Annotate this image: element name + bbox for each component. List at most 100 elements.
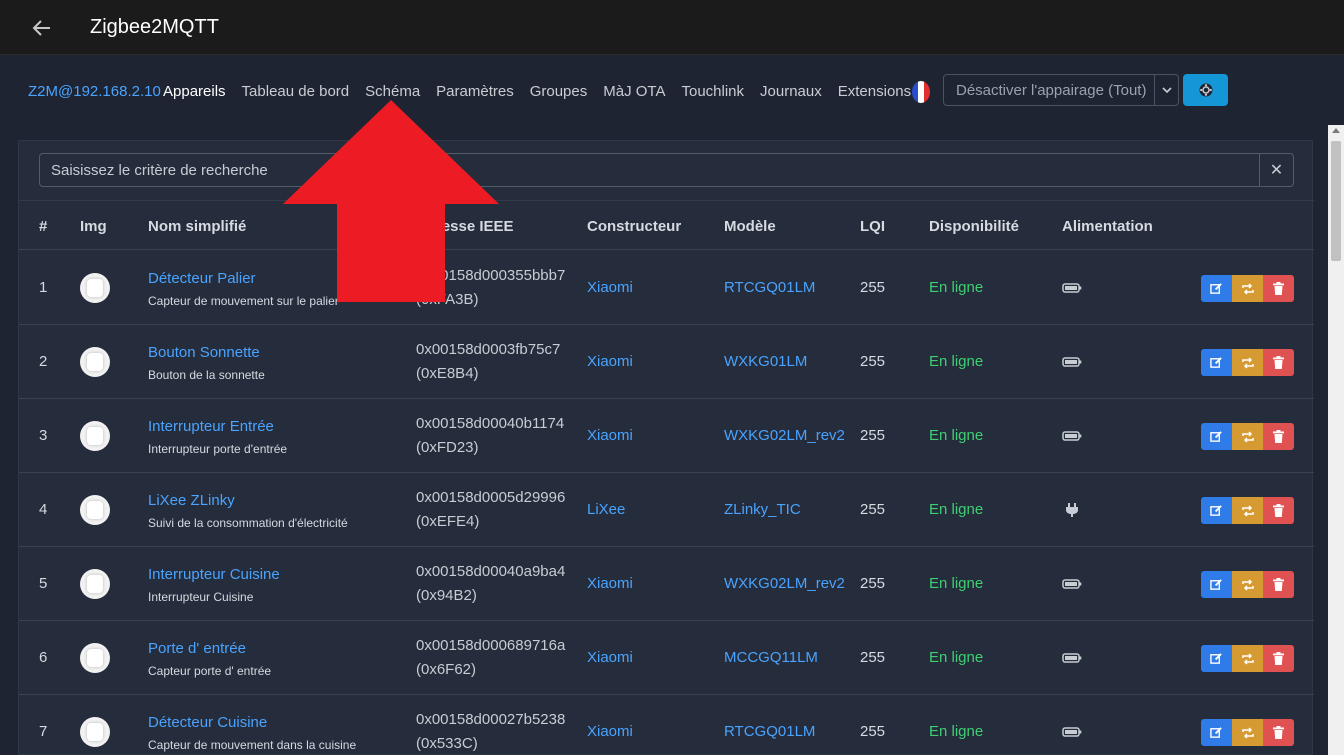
- nav-item-schema[interactable]: Schéma: [365, 83, 420, 100]
- trash-icon: [1273, 652, 1284, 665]
- device-model-link[interactable]: WXKG02LM_rev2: [724, 575, 845, 592]
- search-input[interactable]: Saisissez le critère de recherche: [51, 162, 268, 179]
- nav-item-journaux[interactable]: Journaux: [760, 83, 822, 100]
- permit-join-select[interactable]: Désactiver l'appairage (Tout): [943, 74, 1179, 106]
- device-availability: En ligne: [929, 353, 984, 370]
- edit-button[interactable]: [1201, 423, 1232, 450]
- device-ieee-address: 0x00158d00040b1174: [416, 415, 565, 432]
- row-actions: [1201, 571, 1294, 598]
- row-number: 2: [39, 353, 48, 370]
- rename-button[interactable]: [1232, 497, 1263, 524]
- edit-button[interactable]: [1201, 571, 1232, 598]
- device-vendor-link[interactable]: Xiaomi: [587, 649, 633, 666]
- delete-button[interactable]: [1263, 719, 1294, 746]
- device-vendor-link[interactable]: Xiaomi: [587, 353, 633, 370]
- scrollbar-thumb[interactable]: [1331, 141, 1341, 261]
- device-vendor-link[interactable]: Xiaomi: [587, 575, 633, 592]
- device-name-link[interactable]: Interrupteur Cuisine: [148, 566, 280, 583]
- brand-link[interactable]: Z2M@192.168.2.10: [28, 83, 161, 100]
- trash-icon: [1273, 430, 1284, 443]
- column-header-model[interactable]: Modèle: [724, 218, 776, 235]
- nav-item-touchlink[interactable]: Touchlink: [681, 83, 744, 100]
- device-description: Capteur de mouvement dans la cuisine: [148, 738, 357, 752]
- rename-button[interactable]: [1232, 423, 1263, 450]
- device-name-link[interactable]: Interrupteur Entrée: [148, 418, 274, 435]
- delete-button[interactable]: [1263, 349, 1294, 376]
- device-name-link[interactable]: Détecteur Cuisine: [148, 714, 267, 731]
- device-model-link[interactable]: ZLinky_TIC: [724, 501, 801, 518]
- refresh-icon: [1241, 652, 1254, 665]
- edit-button[interactable]: [1201, 645, 1232, 672]
- row-number: 1: [39, 279, 48, 296]
- table-row: 1 Détecteur Palier Capteur de mouvement su…: [19, 251, 1314, 325]
- column-header-vendor[interactable]: Constructeur: [587, 218, 681, 235]
- rename-button[interactable]: [1232, 349, 1263, 376]
- edit-icon: [1210, 727, 1222, 738]
- device-lqi: 255: [860, 427, 886, 444]
- close-icon[interactable]: ✕: [1259, 154, 1293, 186]
- device-vendor-link[interactable]: Xiaomi: [587, 427, 633, 444]
- rename-button[interactable]: [1232, 645, 1263, 672]
- device-model-link[interactable]: MCCGQ11LM: [724, 649, 818, 666]
- table-row: 3 Interrupteur Entrée Interrupteur porte d…: [19, 399, 1314, 473]
- edit-button[interactable]: [1201, 275, 1232, 302]
- refresh-icon: [1241, 282, 1254, 295]
- device-vendor-link[interactable]: Xiaomi: [587, 723, 633, 740]
- device-name-link[interactable]: LiXee ZLinky: [148, 492, 235, 509]
- column-header-name[interactable]: Nom simplifié: [148, 218, 246, 235]
- chevron-down-icon[interactable]: [1154, 75, 1178, 105]
- scroll-up-icon[interactable]: [1332, 128, 1340, 133]
- device-image: [80, 717, 110, 747]
- scrollbar[interactable]: [1328, 125, 1344, 755]
- device-model-link[interactable]: RTCGQ01LM: [724, 279, 815, 296]
- nav-item-parametres[interactable]: Paramètres: [436, 83, 514, 100]
- nav-item-groupes[interactable]: Groupes: [530, 83, 588, 100]
- column-header-number[interactable]: #: [39, 218, 47, 235]
- edit-button[interactable]: [1201, 497, 1232, 524]
- rename-button[interactable]: [1232, 571, 1263, 598]
- edit-button[interactable]: [1201, 349, 1232, 376]
- device-network-address: (0x6F62): [416, 661, 477, 678]
- search-field[interactable]: Saisissez le critère de recherche ✕: [39, 153, 1294, 187]
- trash-icon: [1273, 504, 1284, 517]
- device-ieee-address: 0x00158d0005d29996: [416, 489, 566, 506]
- device-network-address: (0x94B2): [416, 587, 477, 604]
- edit-icon: [1210, 283, 1222, 294]
- delete-button[interactable]: [1263, 497, 1294, 524]
- gear-icon: [1199, 83, 1212, 97]
- settings-button[interactable]: [1183, 74, 1228, 106]
- device-network-address: (0xFD23): [416, 439, 479, 456]
- device-model-link[interactable]: RTCGQ01LM: [724, 723, 815, 740]
- table-row: 2 Bouton Sonnette Bouton de la sonnette 0x0…: [19, 325, 1314, 399]
- device-name-link[interactable]: Bouton Sonnette: [148, 344, 260, 361]
- device-name-link[interactable]: Porte d' entrée: [148, 640, 246, 657]
- edit-button[interactable]: [1201, 719, 1232, 746]
- column-header-ieee[interactable]: Adresse IEEE: [416, 218, 514, 235]
- device-ieee-address: 0x00158d0003fb75c7: [416, 341, 561, 358]
- column-header-lqi[interactable]: LQI: [860, 218, 885, 235]
- column-header-power[interactable]: Alimentation: [1062, 218, 1153, 235]
- device-network-address: (0xE8B4): [416, 365, 479, 382]
- delete-button[interactable]: [1263, 423, 1294, 450]
- device-model-link[interactable]: WXKG02LM_rev2: [724, 427, 845, 444]
- nav-item-appareils[interactable]: Appareils: [163, 83, 226, 100]
- device-vendor-link[interactable]: Xiaomi: [587, 279, 633, 296]
- battery-icon: [1062, 650, 1082, 666]
- rename-button[interactable]: [1232, 719, 1263, 746]
- device-network-address: (0x533C): [416, 735, 478, 752]
- nav-item-tableau-de-bord[interactable]: Tableau de bord: [242, 83, 350, 100]
- row-number: 3: [39, 427, 48, 444]
- rename-button[interactable]: [1232, 275, 1263, 302]
- device-vendor-link[interactable]: LiXee: [587, 501, 625, 518]
- delete-button[interactable]: [1263, 645, 1294, 672]
- delete-button[interactable]: [1263, 571, 1294, 598]
- french-flag-icon[interactable]: [912, 81, 930, 103]
- delete-button[interactable]: [1263, 275, 1294, 302]
- device-model-link[interactable]: WXKG01LM: [724, 353, 807, 370]
- nav-item-extensions[interactable]: Extensions: [838, 83, 911, 100]
- column-header-image[interactable]: Img: [80, 218, 107, 235]
- back-arrow-icon[interactable]: [30, 16, 54, 40]
- nav-item-maj-ota[interactable]: MàJ OTA: [603, 83, 665, 100]
- column-header-availability[interactable]: Disponibilité: [929, 218, 1019, 235]
- device-name-link[interactable]: Détecteur Palier: [148, 270, 256, 287]
